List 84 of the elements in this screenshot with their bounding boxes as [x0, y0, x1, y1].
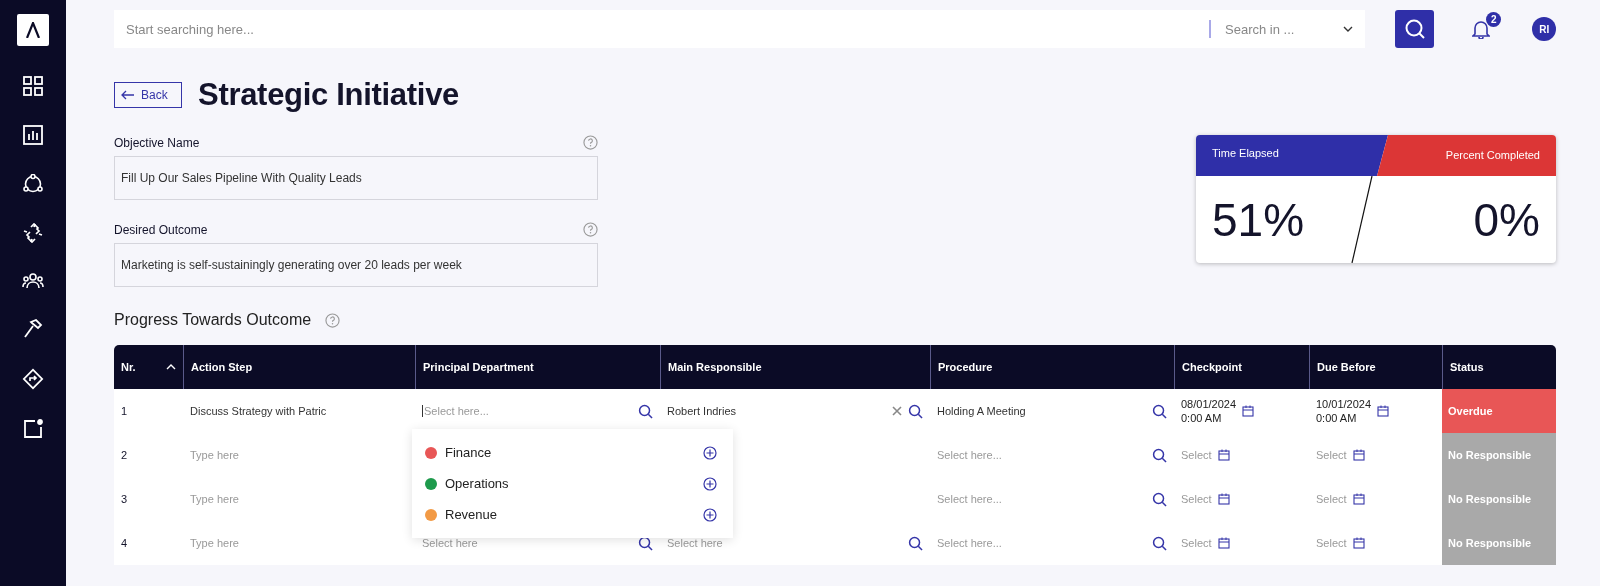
notification-badge: 2	[1486, 12, 1502, 27]
calendar-icon[interactable]	[1217, 493, 1230, 505]
calendar-icon[interactable]	[1217, 537, 1230, 549]
select-field[interactable]: Holding A Meeting	[937, 405, 1146, 417]
search-icon[interactable]	[908, 403, 923, 419]
calendar-icon[interactable]	[1377, 405, 1390, 417]
text-input[interactable]: Type here	[190, 493, 408, 505]
row-number: 3	[121, 493, 128, 505]
column-header[interactable]: Nr.	[114, 345, 183, 389]
text-input[interactable]: Type here	[190, 449, 408, 461]
select-field[interactable]: Robert Indries	[667, 405, 886, 417]
row-number: 2	[121, 449, 128, 461]
calendar-icon[interactable]	[1352, 493, 1365, 505]
calendar-icon[interactable]	[1242, 405, 1255, 417]
dropdown-option[interactable]: Finance	[445, 445, 492, 460]
column-header[interactable]: Due Before	[1309, 345, 1442, 389]
calendar-icon[interactable]	[1217, 449, 1230, 461]
search-icon[interactable]	[1152, 535, 1167, 551]
search-icon[interactable]	[1152, 447, 1167, 463]
text-field[interactable]: Marketing is self-sustainingly generating over 20 leads per week	[114, 243, 598, 287]
column-header[interactable]: Status	[1442, 345, 1556, 389]
dropdown-option[interactable]: Operations	[445, 476, 509, 491]
direction-sign-icon[interactable]	[22, 368, 44, 390]
date-value[interactable]: 10/01/2024 0:00 AM	[1316, 396, 1372, 426]
search-bar[interactable]: Start searching here... Search in ...	[114, 10, 1366, 48]
time-elapsed-value: 51%	[1212, 192, 1305, 247]
text-input[interactable]: Type here	[190, 537, 408, 549]
sort-up-icon[interactable]	[166, 364, 176, 370]
search-icon[interactable]	[1403, 18, 1426, 40]
user-avatar[interactable]: RI	[1532, 17, 1556, 41]
square-dot-icon[interactable]	[23, 419, 43, 439]
nodes-circle-icon[interactable]	[22, 174, 44, 194]
search-scope-select[interactable]: Search in ...	[1223, 20, 1328, 38]
clear-icon[interactable]	[892, 406, 902, 416]
search-input[interactable]: Start searching here...	[124, 20, 1210, 38]
select-field[interactable]: Select here	[667, 537, 902, 549]
search-icon[interactable]	[908, 535, 923, 551]
grid-icon[interactable]	[23, 76, 43, 96]
arrow-left-icon	[121, 90, 135, 100]
bell-icon[interactable]	[1472, 19, 1491, 39]
select-field[interactable]: Select here...	[937, 493, 1146, 505]
search-icon[interactable]	[638, 535, 653, 551]
page-title: Strategic Initiative	[198, 77, 460, 113]
row-number: 4	[121, 537, 128, 549]
status-cell: No Responsible	[1442, 521, 1556, 565]
add-icon[interactable]	[703, 445, 717, 460]
add-icon[interactable]	[703, 507, 717, 522]
column-header[interactable]: Checkpoint	[1174, 345, 1309, 389]
select-field[interactable]: Select here...	[937, 537, 1146, 549]
search-button[interactable]	[1395, 10, 1435, 48]
add-icon[interactable]	[703, 476, 717, 491]
date-value[interactable]: 08/01/2024 0:00 AM	[1181, 396, 1237, 426]
column-header[interactable]: Principal Department	[415, 345, 660, 389]
people-icon[interactable]	[22, 272, 44, 290]
broken-link-icon[interactable]	[23, 223, 43, 243]
percent-completed-value: 0%	[1473, 192, 1540, 247]
text-input[interactable]: Discuss Strategy with Patric	[190, 405, 408, 417]
chevron-down-icon[interactable]	[1343, 26, 1354, 32]
calendar-icon[interactable]	[1352, 537, 1365, 549]
column-header[interactable]: Main Responsible	[660, 345, 930, 389]
back-button[interactable]: Back	[114, 82, 182, 108]
text-field[interactable]: Fill Up Our Sales Pipeline With Quality Leads	[114, 156, 598, 200]
hammer-icon[interactable]	[23, 319, 43, 339]
search-icon[interactable]	[1152, 491, 1167, 507]
status-cell: Overdue	[1442, 389, 1556, 433]
time-elapsed-header: Time Elapsed	[1196, 135, 1388, 176]
search-icon[interactable]	[1152, 403, 1167, 419]
status-cell: No Responsible	[1442, 433, 1556, 477]
percent-completed-header: Percent Completed	[1377, 135, 1556, 176]
column-header[interactable]: Procedure	[930, 345, 1174, 389]
dropdown-option[interactable]: Revenue	[445, 507, 498, 522]
select-field[interactable]: Select here...	[937, 449, 1146, 461]
field-label: Objective Name	[114, 135, 200, 150]
column-header[interactable]: Action Step	[183, 345, 415, 389]
select-field[interactable]: Select here	[422, 537, 632, 549]
calendar-icon[interactable]	[1352, 449, 1365, 461]
row-number: 1	[121, 405, 128, 417]
field-label: Desired Outcome	[114, 222, 208, 237]
logo-icon[interactable]	[17, 14, 49, 46]
section-heading: Progress Towards Outcome	[114, 311, 312, 329]
bar-chart-icon[interactable]	[23, 125, 43, 145]
status-cell: No Responsible	[1442, 477, 1556, 521]
search-icon[interactable]	[638, 403, 653, 419]
select-field[interactable]: Select here...	[422, 405, 632, 417]
